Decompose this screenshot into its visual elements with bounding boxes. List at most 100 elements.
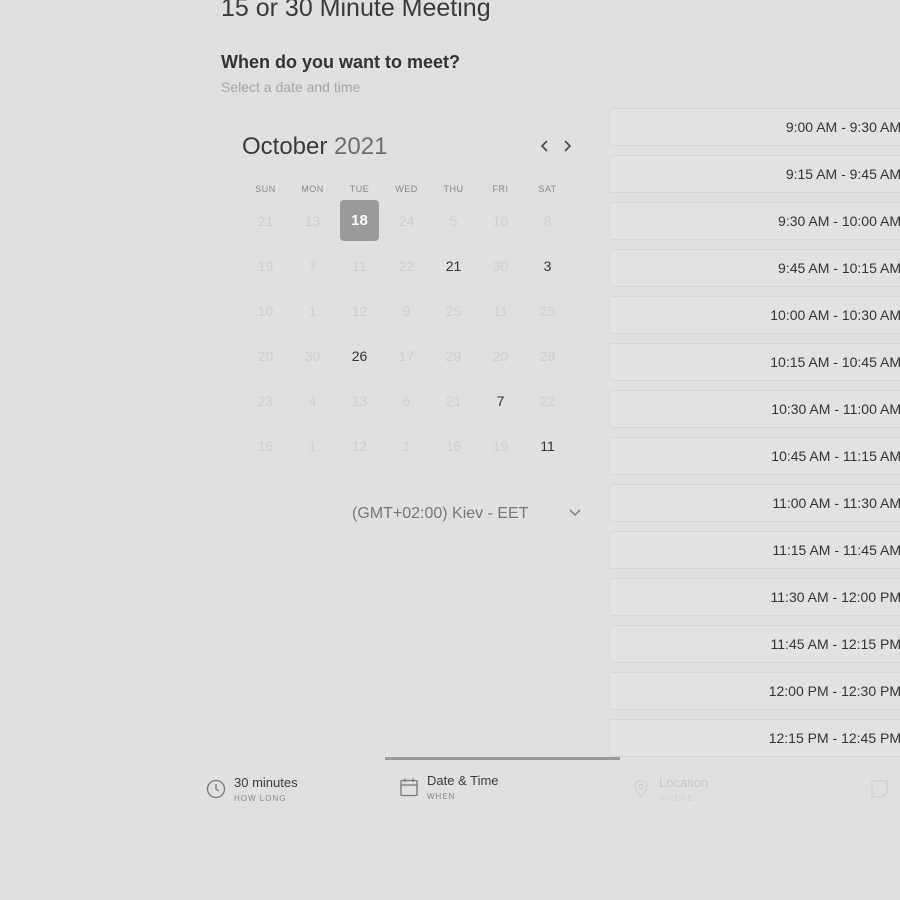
time-slot-button[interactable]: 9:45 AM - 10:15 AM xyxy=(609,249,900,287)
calendar-day-unavailable: 1 xyxy=(289,423,336,468)
calendar-day-unavailable: 30 xyxy=(477,243,524,288)
calendar-day-number: 20 xyxy=(492,347,509,364)
calendar-day-available[interactable]: 11 xyxy=(524,423,571,468)
weekday-label: FRI xyxy=(492,184,509,194)
calendar-day-unavailable: 21 xyxy=(242,198,289,243)
calendar-day-unavailable: 23 xyxy=(242,378,289,423)
calendar-day-unavailable: 19 xyxy=(477,423,524,468)
calendar-day-number: 30 xyxy=(492,257,509,274)
calendar-day-number: 22 xyxy=(398,257,415,274)
calendar-day-unavailable: 21 xyxy=(430,378,477,423)
time-slot-button[interactable]: 11:15 AM - 11:45 AM xyxy=(609,531,900,569)
calendar-day-number: 21 xyxy=(445,392,462,409)
calendar-day-number: 10 xyxy=(492,212,509,229)
calendar-day-unavailable: 12 xyxy=(336,423,383,468)
calendar-day-number: 10 xyxy=(257,302,274,319)
calendar-day-number: 26 xyxy=(351,347,368,364)
date-time-subprompt: Select a date and time xyxy=(221,79,361,95)
calendar-day-unavailable: 1 xyxy=(383,423,430,468)
calendar-day-number: 21 xyxy=(257,212,274,229)
calendar-day-available[interactable]: 3 xyxy=(524,243,571,288)
calendar-day-unavailable: 19 xyxy=(242,243,289,288)
calendar-day-unavailable: 12 xyxy=(336,288,383,333)
calendar-day-unavailable: 5 xyxy=(430,198,477,243)
time-slot-button[interactable]: 9:30 AM - 10:00 AM xyxy=(609,202,900,240)
clock-icon xyxy=(206,779,226,799)
calendar-day-unavailable: 10 xyxy=(242,288,289,333)
calendar-month: October xyxy=(242,133,328,160)
tab-location-label: Location xyxy=(659,775,709,790)
calendar-day-number: 7 xyxy=(496,392,505,409)
calendar-day-unavailable: 13 xyxy=(336,378,383,423)
calendar-day-selected[interactable]: 18 xyxy=(336,198,383,243)
weekday-label: WED xyxy=(395,184,418,194)
calendar-day-number: 17 xyxy=(398,347,415,364)
calendar-day-number: 16 xyxy=(257,437,274,454)
time-slot-button[interactable]: 11:30 AM - 12:00 PM xyxy=(609,578,900,616)
calendar-day-available[interactable]: 21 xyxy=(430,243,477,288)
date-time-prompt: When do you want to meet? xyxy=(221,52,460,72)
weekday-label: THU xyxy=(443,184,464,194)
calendar-day-number: 18 xyxy=(340,200,379,241)
calendar-day-number: 19 xyxy=(257,257,274,274)
calendar-day-number: 9 xyxy=(402,302,411,319)
active-tab-indicator xyxy=(385,757,620,760)
calendar-day-number: 1 xyxy=(308,302,317,319)
timezone-select[interactable]: (GMT+02:00) Kiev - EET xyxy=(352,505,584,529)
calendar-day-number: 13 xyxy=(351,392,368,409)
tab-location-sub: WHERE xyxy=(659,794,694,803)
calendar-day-unavailable: 20 xyxy=(242,333,289,378)
next-month-button[interactable] xyxy=(558,138,576,158)
calendar-day-number: 13 xyxy=(304,212,321,229)
calendar-day-number: 7 xyxy=(308,257,317,274)
time-slot-button[interactable]: 10:30 AM - 11:00 AM xyxy=(609,390,900,428)
calendar-day-unavailable: 4 xyxy=(289,378,336,423)
calendar-day-number: 1 xyxy=(308,437,317,454)
weekday-label: MON xyxy=(301,184,324,194)
timezone-label: (GMT+02:00) Kiev - EET xyxy=(352,505,529,522)
calendar-day-unavailable: 17 xyxy=(383,333,430,378)
calendar-day-number: 24 xyxy=(398,212,415,229)
time-slot-list: 9:00 AM - 9:30 AM 9:15 AM - 9:45 AM 9:30 A… xyxy=(609,108,900,766)
calendar-day-number: 12 xyxy=(351,437,368,454)
calendar-icon xyxy=(400,778,418,797)
time-slot-button[interactable]: 11:45 AM - 12:15 PM xyxy=(609,625,900,663)
time-slot-button[interactable]: 9:00 AM - 9:30 AM xyxy=(609,108,900,146)
calendar-day-number: 11 xyxy=(540,437,555,454)
calendar-day-number: 19 xyxy=(492,437,509,454)
time-slot-button[interactable]: 10:15 AM - 10:45 AM xyxy=(609,343,900,381)
calendar-day-number: 22 xyxy=(539,392,556,409)
note-icon xyxy=(871,780,888,798)
calendar-year: 2021 xyxy=(334,133,388,160)
chevron-left-icon xyxy=(540,140,548,152)
tab-date-time-label: Date & Time xyxy=(427,773,499,788)
calendar-day-unavailable: 16 xyxy=(242,423,289,468)
calendar-day-number: 6 xyxy=(402,392,411,409)
tab-duration-label: 30 minutes xyxy=(234,775,298,790)
calendar-day-unavailable: 8 xyxy=(524,198,571,243)
time-slot-button[interactable]: 12:15 PM - 12:45 PM xyxy=(609,719,900,757)
time-slot-button[interactable]: 11:00 AM - 11:30 AM xyxy=(609,484,900,522)
calendar-day-unavailable: 10 xyxy=(477,198,524,243)
calendar-day-number: 1 xyxy=(402,437,411,454)
calendar-month-label: October 2021 xyxy=(242,133,387,161)
calendar-day-unavailable: 30 xyxy=(289,333,336,378)
calendar-day-number: 28 xyxy=(539,347,556,364)
time-slot-button[interactable]: 9:15 AM - 9:45 AM xyxy=(609,155,900,193)
calendar-day-unavailable: 29 xyxy=(430,333,477,378)
calendar-day-unavailable: 7 xyxy=(289,243,336,288)
time-slot-button[interactable]: 12:00 PM - 12:30 PM xyxy=(609,672,900,710)
calendar-day-number: 11 xyxy=(352,257,367,274)
calendar-day-available[interactable]: 26 xyxy=(336,333,383,378)
weekday-label: SAT xyxy=(538,184,557,194)
chevron-right-icon xyxy=(564,140,572,152)
calendar-day-unavailable: 22 xyxy=(524,378,571,423)
calendar-day-number: 3 xyxy=(543,257,552,274)
calendar-day-available[interactable]: 7 xyxy=(477,378,524,423)
calendar-day-number: 16 xyxy=(445,437,462,454)
calendar-day-number: 23 xyxy=(257,392,274,409)
time-slot-button[interactable]: 10:45 AM - 11:15 AM xyxy=(609,437,900,475)
time-slot-button[interactable]: 10:00 AM - 10:30 AM xyxy=(609,296,900,334)
calendar-day-unavailable: 25 xyxy=(430,288,477,333)
previous-month-button[interactable] xyxy=(536,138,554,158)
